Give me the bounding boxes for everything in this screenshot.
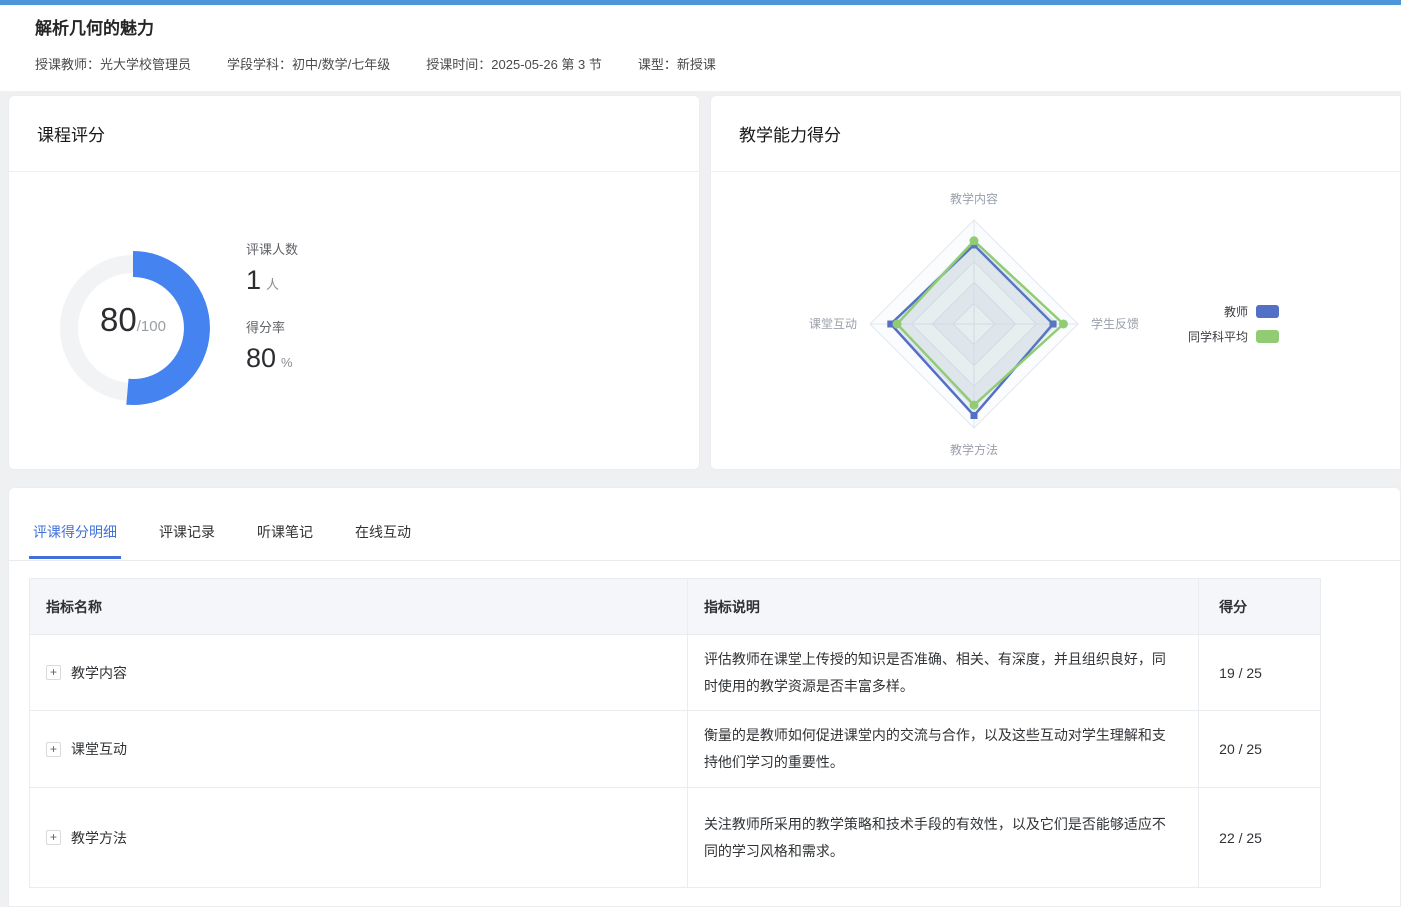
table-header-row: 指标名称 指标说明 得分 — [30, 579, 1320, 634]
table-row: + 课堂互动 衡量的是教师如何促进课堂内的交流与合作，以及这些互动对学生理解和支持他… — [30, 710, 1320, 787]
score-max: /100 — [137, 318, 166, 335]
meta-teacher: 授课教师：光大学校管理员 — [35, 54, 191, 73]
indicator-score: 19 / 25 — [1219, 665, 1262, 681]
tab-divider — [9, 560, 1400, 561]
tab-在线互动[interactable]: 在线互动 — [351, 524, 415, 559]
meta-course-type: 课型：新授课 — [638, 54, 716, 73]
score-card-title: 课程评分 — [9, 96, 699, 172]
expand-icon[interactable]: + — [46, 665, 61, 680]
expand-icon[interactable]: + — [46, 830, 61, 845]
course-score-card: 课程评分 80/100 评课人数 1人 得分率 80% — [8, 95, 700, 470]
meta-subject: 学段学科：初中/数学/七年级 — [227, 54, 390, 73]
reviewer-count-label: 评课人数 — [246, 239, 298, 258]
teaching-ability-card: 教学能力得分 教学内容学生反馈教学方法 课堂互动 教师同学科平均 — [710, 95, 1401, 470]
legend-label: 教师 — [1224, 303, 1248, 320]
indicator-desc: 关注教师所采用的教学策略和技术手段的有效性，以及它们是否能够适应不同的学习风格和… — [704, 811, 1174, 865]
tab-评课得分明细[interactable]: 评课得分明细 — [29, 524, 121, 559]
page-title: 解析几何的魅力 — [35, 17, 154, 41]
col-header-desc: 指标说明 — [687, 579, 1198, 634]
radar-card-title: 教学能力得分 — [711, 96, 1400, 172]
indicator-score: 20 / 25 — [1219, 741, 1262, 757]
score-donut-chart: 80/100 — [48, 243, 218, 413]
radar-axis-label: 教学内容 — [950, 191, 998, 206]
legend-swatch — [1256, 330, 1279, 343]
tab-bar: 评课得分明细评课记录听课笔记在线互动 — [29, 524, 449, 559]
donut-center-label: 80/100 — [48, 243, 218, 413]
radar-axis-label: 教学方法 — [950, 442, 998, 457]
tab-评课记录[interactable]: 评课记录 — [155, 524, 219, 559]
legend-item[interactable]: 教师 — [1188, 299, 1279, 324]
indicator-name: 课堂互动 — [71, 739, 127, 759]
course-meta: 授课教师：光大学校管理员 学段学科：初中/数学/七年级 授课时间：2025-05… — [35, 54, 716, 73]
page-header: 解析几何的魅力 授课教师：光大学校管理员 学段学科：初中/数学/七年级 授课时间… — [0, 5, 1401, 91]
indicator-table: 指标名称 指标说明 得分 + 教学内容 评估教师在课堂上传授的知识是否准确、相关、有… — [29, 578, 1321, 888]
radar-chart: 教学内容学生反馈教学方法 课堂互动 — [711, 173, 1401, 471]
score-value: 80 — [100, 301, 137, 339]
indicator-name: 教学内容 — [71, 663, 127, 683]
col-header-name: 指标名称 — [30, 579, 687, 634]
col-header-score: 得分 — [1198, 579, 1320, 634]
detail-card: 评课得分明细评课记录听课笔记在线互动 指标名称 指标说明 得分 + 教学内容 评估教… — [8, 487, 1401, 907]
meta-time: 授课时间：2025-05-26 第 3 节 — [426, 54, 602, 73]
legend-item[interactable]: 同学科平均 — [1188, 324, 1279, 349]
score-rate-value: 80 — [246, 343, 276, 373]
legend-swatch — [1256, 305, 1279, 318]
radar-legend: 教师同学科平均 — [1188, 299, 1279, 349]
indicator-desc: 评估教师在课堂上传授的知识是否准确、相关、有深度，并且组织良好，同时使用的教学资… — [704, 646, 1174, 700]
indicator-desc: 衡量的是教师如何促进课堂内的交流与合作，以及这些互动对学生理解和支持他们学习的重… — [704, 722, 1174, 776]
score-stats: 评课人数 1人 得分率 80% — [246, 239, 298, 395]
expand-icon[interactable]: + — [46, 742, 61, 757]
reviewer-count-value: 1 — [246, 265, 261, 295]
table-row: + 教学内容 评估教师在课堂上传授的知识是否准确、相关、有深度，并且组织良好，同时使… — [30, 634, 1320, 710]
table-row: + 教学方法 关注教师所采用的教学策略和技术手段的有效性，以及它们是否能够适应不同的… — [30, 787, 1320, 887]
tab-听课笔记[interactable]: 听课笔记 — [253, 524, 317, 559]
radar-axis-label: 学生反馈 — [1091, 316, 1139, 331]
radar-axis-label: 课堂互动 — [809, 317, 857, 331]
score-rate-label: 得分率 — [246, 317, 298, 336]
legend-label: 同学科平均 — [1188, 328, 1248, 345]
indicator-name: 教学方法 — [71, 828, 127, 848]
